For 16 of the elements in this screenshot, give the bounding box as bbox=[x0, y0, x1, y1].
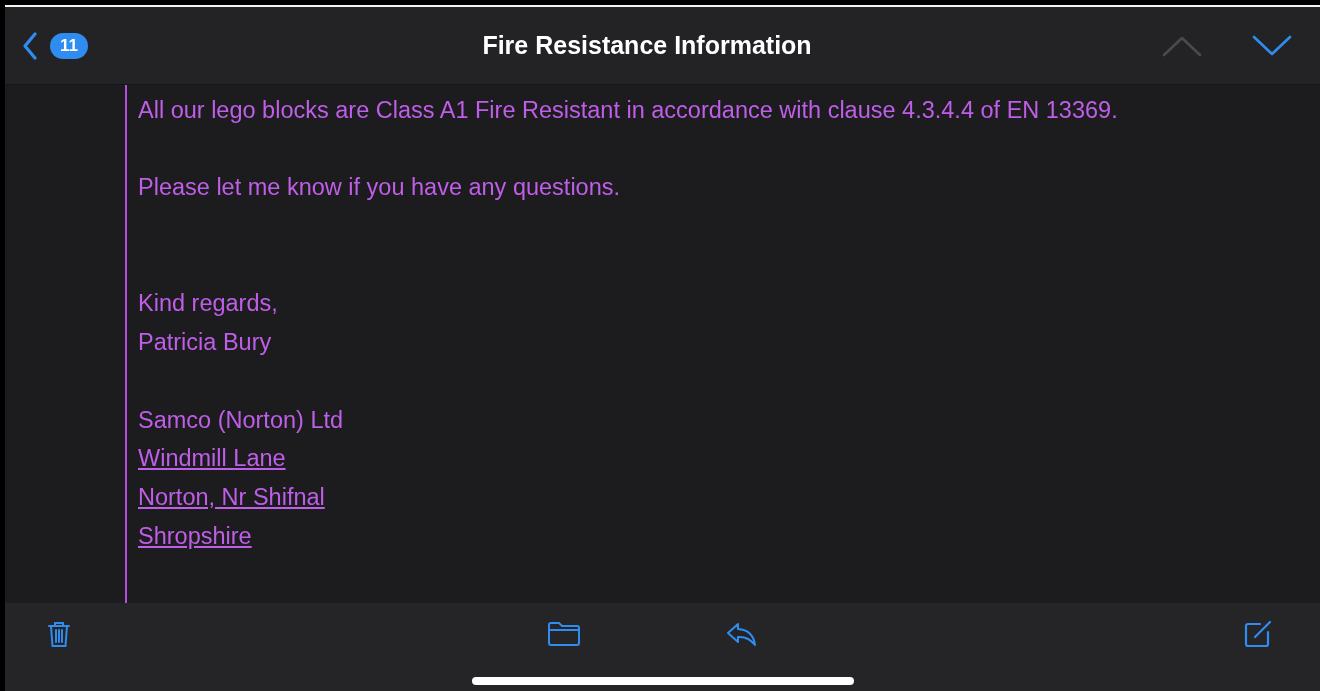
address-link[interactable]: Shropshire bbox=[138, 522, 252, 549]
reply-icon[interactable] bbox=[726, 621, 759, 647]
compose-icon[interactable] bbox=[1243, 620, 1272, 648]
unread-count-badge: 11 bbox=[50, 32, 88, 59]
address-link[interactable]: Norton, Nr Shifnal bbox=[138, 483, 325, 510]
message-text: Kind regards, bbox=[138, 289, 279, 319]
message-text: Patricia Bury bbox=[138, 328, 273, 358]
address-link[interactable]: Windmill Lane bbox=[138, 445, 286, 472]
message-title: Fire Resistance Information bbox=[481, 31, 813, 60]
chevron-down-icon[interactable] bbox=[1252, 34, 1292, 57]
message-text: Samco (Norton) Ltd bbox=[138, 405, 345, 435]
message-text: All our lego blocks are Class A1 Fire Resistant in accordance with clause 4.3.4.4 of EN 13369. bbox=[138, 96, 1119, 125]
folder-icon[interactable] bbox=[546, 621, 581, 647]
message-text: Please let me know if you have any questions. bbox=[138, 173, 622, 203]
trash-icon[interactable] bbox=[47, 620, 71, 648]
back-icon[interactable] bbox=[22, 31, 38, 60]
